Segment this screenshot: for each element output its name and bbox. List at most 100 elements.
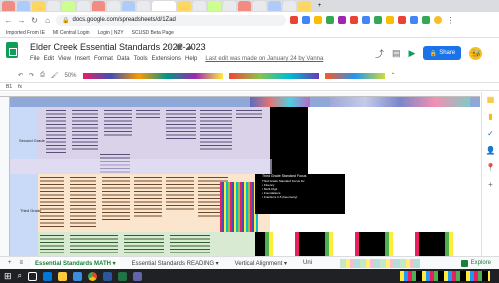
extension-icon[interactable] <box>314 16 322 24</box>
explore-button[interactable]: Explore <box>460 259 491 267</box>
extension-icon[interactable] <box>290 16 298 24</box>
browser-tab[interactable] <box>32 1 45 11</box>
calendar-icon[interactable]: ▦ <box>487 95 495 104</box>
cell-text-block[interactable] <box>102 177 130 221</box>
cell-text-block[interactable] <box>104 110 132 138</box>
browser-tab[interactable] <box>178 1 191 11</box>
share-button[interactable]: 🔒 Share <box>423 46 462 60</box>
menu-insert[interactable]: Insert <box>75 56 90 62</box>
add-sheet-button[interactable]: + <box>8 260 12 266</box>
sheet-tab-math[interactable]: Essential Standards MATH ▾ <box>31 257 120 269</box>
bookmark-link[interactable]: MI Central Login <box>53 30 90 36</box>
star-icon[interactable]: ☆ <box>166 42 173 51</box>
contacts-icon[interactable]: 👤 <box>486 146 496 155</box>
cell-text-block[interactable] <box>170 235 210 253</box>
browser-tab-active[interactable] <box>152 1 176 11</box>
menu-extensions[interactable]: Extensions <box>152 56 181 62</box>
browser-tab[interactable] <box>238 1 251 11</box>
paint-format-icon[interactable]: 🖌 <box>51 72 59 79</box>
edge-icon[interactable] <box>43 271 53 281</box>
extension-icon[interactable] <box>410 16 418 24</box>
teams-icon[interactable] <box>133 271 143 281</box>
cell-text-block[interactable] <box>72 110 98 150</box>
browser-tab[interactable] <box>77 1 90 11</box>
browser-tab[interactable] <box>122 1 135 11</box>
sheet-tab-vertical-alignment[interactable]: Vertical Alignment ▾ <box>231 260 291 267</box>
cell-text-block[interactable] <box>124 235 164 253</box>
windows-start-icon[interactable]: ⊞ <box>4 271 12 282</box>
browser-tab[interactable] <box>268 1 281 11</box>
third-grade-label-cell[interactable] <box>10 174 38 232</box>
browser-tab[interactable] <box>223 1 236 11</box>
url-input[interactable]: 🔒 docs.google.com/spreadsheets/d/1Zad <box>56 14 286 26</box>
cell-text-block[interactable] <box>136 110 160 118</box>
cell-text-block[interactable] <box>40 235 64 253</box>
browser-tab[interactable] <box>208 1 221 11</box>
cell-text-block[interactable] <box>236 110 262 118</box>
extension-icon[interactable] <box>350 16 358 24</box>
menu-view[interactable]: View <box>58 56 71 62</box>
add-on-icon[interactable]: + <box>488 180 493 189</box>
browser-tab[interactable] <box>17 1 30 11</box>
fourth-grade-label-cell[interactable] <box>10 232 38 256</box>
extension-icon[interactable] <box>362 16 370 24</box>
comment-icon[interactable]: ▤ <box>392 48 401 59</box>
task-view-icon[interactable] <box>28 271 38 281</box>
cell-text-block[interactable] <box>166 110 196 140</box>
right-column-band[interactable] <box>308 107 468 159</box>
menu-data[interactable]: Data <box>117 56 130 62</box>
menu-edit[interactable]: Edit <box>44 56 54 62</box>
meet-icon[interactable]: ▶ <box>409 48 416 59</box>
new-tab-button[interactable]: + <box>313 1 326 11</box>
spreadsheet-grid[interactable]: Second Grade Third Grade Third Grade Sta… <box>0 92 480 256</box>
browser-tab[interactable] <box>283 1 296 11</box>
undo-icon[interactable]: ↶ <box>18 72 23 79</box>
browser-tab[interactable] <box>47 1 60 11</box>
cell-text-block[interactable] <box>200 110 232 150</box>
sheet-tab-uni[interactable]: Uni <box>299 260 316 266</box>
menu-help[interactable]: Help <box>185 56 197 62</box>
row-headers[interactable] <box>0 97 10 256</box>
cell-text-block[interactable] <box>46 110 66 154</box>
keep-icon[interactable]: ▮ <box>488 112 492 121</box>
reload-icon[interactable]: ↻ <box>30 16 39 25</box>
second-grade-label-cell[interactable] <box>10 107 38 159</box>
browser-tab[interactable] <box>62 1 75 11</box>
bookmark-link[interactable]: SCUSD Beta Page <box>132 30 174 36</box>
chrome-icon[interactable] <box>88 271 98 281</box>
forward-icon[interactable]: → <box>17 16 26 25</box>
extension-icon[interactable] <box>326 16 334 24</box>
name-box[interactable]: B1 <box>6 84 12 90</box>
browser-tab[interactable] <box>92 1 105 11</box>
last-edit-link[interactable]: Last edit was made on January 24 by Vann… <box>205 56 323 62</box>
extension-icon[interactable] <box>302 16 310 24</box>
browser-tab[interactable] <box>193 1 206 11</box>
avatar[interactable]: 🐝 <box>469 46 483 60</box>
cell-text-block[interactable] <box>70 235 118 253</box>
tasks-icon[interactable]: ✓ <box>487 129 494 138</box>
cell-text-block[interactable] <box>40 177 64 227</box>
browser-tab[interactable] <box>298 1 311 11</box>
menu-format[interactable]: Format <box>94 56 113 62</box>
search-icon[interactable]: ⌕ <box>18 271 22 281</box>
move-folder-icon[interactable]: ▣ <box>175 42 183 51</box>
excel-icon[interactable] <box>118 271 128 281</box>
browser-tab[interactable] <box>2 1 15 11</box>
sheets-logo-icon[interactable] <box>6 42 18 58</box>
extension-icon[interactable] <box>398 16 406 24</box>
collapse-toolbar-icon[interactable]: ⌃ <box>391 72 396 79</box>
extension-icon[interactable] <box>386 16 394 24</box>
zoom-select[interactable]: 50% <box>65 73 77 79</box>
home-icon[interactable]: ⌂ <box>43 16 52 25</box>
profile-icon[interactable] <box>434 16 442 24</box>
activity-trend-icon[interactable]: ⤴ <box>375 47 384 60</box>
print-icon[interactable]: ⎙ <box>40 72 45 79</box>
mid-row-purple[interactable] <box>10 159 272 174</box>
menu-file[interactable]: File <box>30 56 40 62</box>
extension-icon[interactable] <box>422 16 430 24</box>
back-icon[interactable]: ← <box>4 16 13 25</box>
cell-text-block[interactable] <box>134 177 162 217</box>
bookmark-link[interactable]: Login | N2Y <box>98 30 124 36</box>
browser-tab[interactable] <box>253 1 266 11</box>
bookmark-link[interactable]: Imported From IE <box>6 30 45 36</box>
